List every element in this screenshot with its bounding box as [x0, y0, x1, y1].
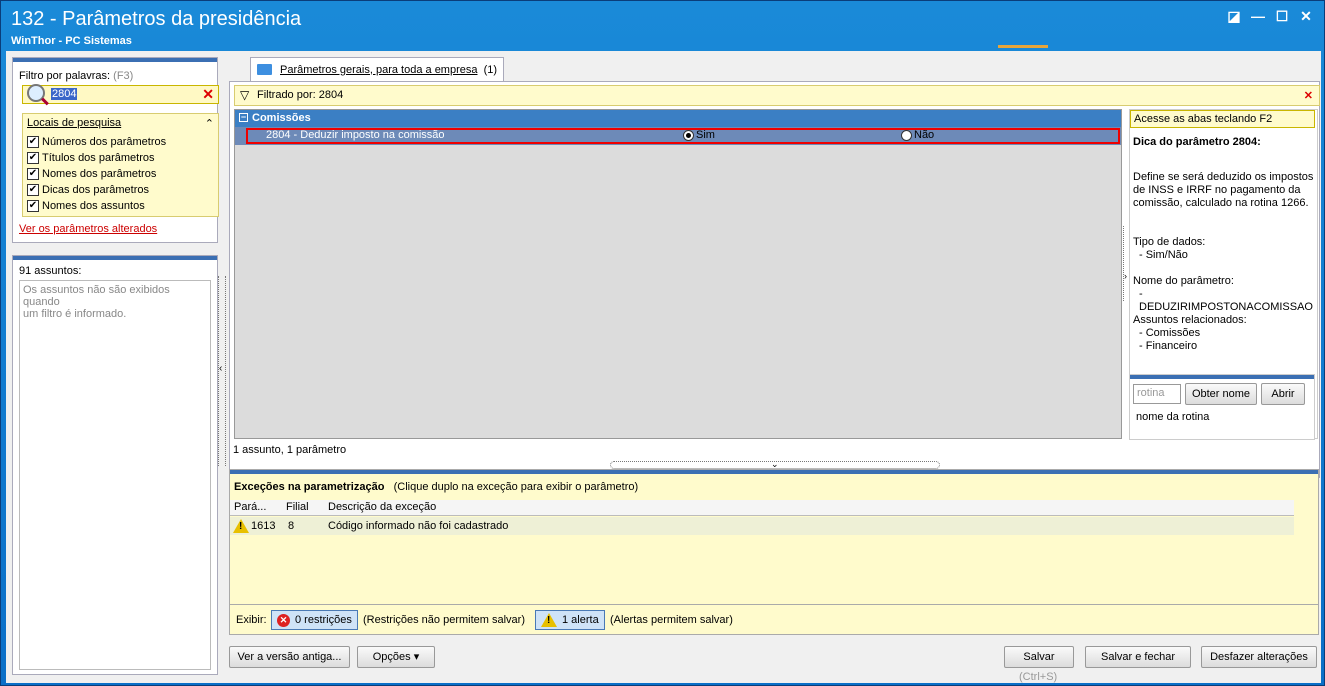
dica-desc-1: Define se será deduzido os impostos	[1133, 171, 1314, 183]
param-label: 2804 - Deduzir imposto na comissão	[266, 129, 445, 141]
warning-icon	[541, 613, 557, 627]
clear-filter-icon[interactable]: ✕	[1304, 89, 1313, 102]
maximize-button[interactable]: ☐	[1272, 7, 1292, 25]
chevron-left-icon[interactable]: ‹	[219, 363, 222, 374]
exception-filial: 8	[288, 520, 295, 532]
filter-label: Filtro por palavras: (F3)	[19, 70, 134, 82]
opcoes-button[interactable]: Opções ▾	[357, 646, 435, 668]
exception-row[interactable]: 1613 8 Código informado não foi cadastra…	[230, 517, 1294, 535]
search-value: 2804	[51, 88, 78, 100]
assuntos-label: Assuntos relacionados:	[1133, 314, 1247, 326]
assunto-1: - Comissões	[1139, 327, 1201, 339]
option-titulos[interactable]: ✔ Títulos dos parâmetros	[23, 150, 218, 166]
funnel-icon: ▽	[240, 88, 250, 102]
restricoes-button[interactable]: ✕ 0 restrições	[271, 610, 358, 630]
exibir-bar: Exibir: ✕ 0 restrições (Restrições não pe…	[229, 605, 1319, 635]
assuntos-message: Os assuntos não são exibidos quando	[23, 284, 170, 308]
tab-count: (1)	[483, 63, 498, 76]
warning-icon	[233, 519, 249, 533]
exceptions-table-header: Pará... Filial Descrição da exceção	[230, 500, 1294, 516]
checkbox-icon[interactable]: ✔	[27, 200, 39, 212]
param-row[interactable]: 2804 - Deduzir imposto na comissão Sim N…	[235, 127, 1121, 145]
restore-icon[interactable]: ◪	[1224, 7, 1244, 25]
alertas-note: (Alertas permitem salvar)	[610, 614, 733, 626]
col-param[interactable]: Pará...	[234, 501, 266, 513]
window-controls: ◪ — ☐ ✕	[1224, 7, 1316, 25]
window-subtitle: WinThor - PC Sistemas	[11, 35, 132, 47]
nome-label: Nome do parâmetro:	[1133, 275, 1234, 287]
checkbox-icon[interactable]: ✔	[27, 184, 39, 196]
exibir-label: Exibir:	[236, 614, 267, 626]
obter-nome-button[interactable]: Obter nome	[1185, 383, 1257, 405]
search-locations: Locais de pesquisa ⌃ ✔ Números dos parâme…	[22, 113, 219, 217]
tab-parametros-gerais[interactable]: Parâmetros gerais, para toda a empresa (…	[250, 57, 504, 81]
clear-icon[interactable]: ✕	[202, 86, 214, 103]
group-header[interactable]: − Comissões	[235, 110, 1121, 127]
assuntos-panel: 91 assuntos: Os assuntos não são exibido…	[12, 255, 218, 675]
salvar-hint: (Ctrl+S)	[1019, 671, 1058, 683]
exceptions-header: Exceções na parametrização (Clique duplo…	[234, 481, 639, 493]
exception-desc: Código informado não foi cadastrado	[328, 520, 509, 532]
col-filial[interactable]: Filial	[286, 501, 309, 513]
filter-bar: ▽ Filtrado por: 2804 ✕	[234, 85, 1320, 106]
altered-params-link[interactable]: Ver os parâmetros alterados	[19, 223, 157, 235]
locais-title: Locais de pesquisa	[27, 117, 122, 129]
tipo-label: Tipo de dados:	[1133, 236, 1206, 248]
radio-nao[interactable]: Não	[901, 129, 934, 141]
dica-desc-2: de INSS e IRRF no pagamento da	[1133, 184, 1301, 196]
restricoes-note: (Restrições não permitem salvar)	[363, 614, 525, 626]
salvar-fechar-button[interactable]: Salvar e fechar	[1085, 646, 1191, 668]
params-grid: − Comissões 2804 - Deduzir imposto na co…	[234, 109, 1122, 439]
filter-bar-text: Filtrado por: 2804	[257, 89, 344, 101]
checkbox-icon[interactable]: ✔	[27, 136, 39, 148]
salvar-button[interactable]: Salvar	[1004, 646, 1074, 668]
option-numeros[interactable]: ✔ Números dos parâmetros	[23, 134, 218, 150]
active-indicator	[998, 45, 1048, 48]
exception-param: 1613	[251, 520, 276, 532]
abrir-button[interactable]: Abrir	[1261, 383, 1305, 405]
radio-icon[interactable]	[901, 129, 912, 141]
option-dicas[interactable]: ✔ Dicas dos parâmetros	[23, 182, 218, 198]
search-input[interactable]: 2804 ✕	[22, 84, 219, 104]
rotina-nome: nome da rotina	[1136, 411, 1210, 423]
col-descricao[interactable]: Descrição da exceção	[328, 501, 436, 513]
assuntos-message-2: um filtro é informado.	[23, 308, 127, 320]
rotina-panel: rotina Obter nome Abrir nome da rotina	[1129, 374, 1315, 440]
option-nomes[interactable]: ✔ Nomes dos parâmetros	[23, 166, 218, 182]
assuntos-list[interactable]: Os assuntos não são exibidos quando um f…	[19, 280, 211, 670]
desfazer-button[interactable]: Desfazer alterações	[1201, 646, 1317, 668]
assuntos-count: 91 assuntos:	[19, 265, 82, 277]
search-icon	[27, 84, 45, 102]
chevron-right-icon[interactable]: ›	[1124, 271, 1127, 281]
exceptions-panel: Exceções na parametrização (Clique duplo…	[229, 469, 1319, 605]
group-label: Comissões	[252, 112, 311, 124]
folder-icon	[257, 64, 272, 75]
client-area: Filtro por palavras: (F3) 2804 ✕ Locais …	[6, 51, 1321, 683]
checkbox-icon[interactable]: ✔	[27, 168, 39, 180]
option-assuntos[interactable]: ✔ Nomes dos assuntos	[23, 198, 218, 214]
alertas-button[interactable]: 1 alerta	[535, 610, 605, 630]
app-window: 132 - Parâmetros da presidência WinThor …	[0, 0, 1325, 686]
tipo-value: - Sim/Não	[1139, 249, 1188, 261]
tab-label: Parâmetros gerais, para toda a empresa	[280, 63, 478, 76]
error-icon: ✕	[277, 613, 290, 627]
close-button[interactable]: ✕	[1296, 7, 1316, 25]
dica-desc-3: comissão, calculado na rotina 1266.	[1133, 197, 1309, 209]
nome-value: - DEDUZIRIMPOSTONACOMISSAO	[1139, 288, 1313, 313]
dica-title: Dica do parâmetro 2804:	[1133, 136, 1261, 148]
radio-sim[interactable]: Sim	[683, 129, 715, 141]
assunto-2: - Financeiro	[1139, 340, 1198, 352]
window-title: 132 - Parâmetros da presidência	[11, 8, 302, 30]
grid-footer: 1 assunto, 1 parâmetro	[233, 444, 347, 456]
dica-splitter[interactable]	[1123, 226, 1128, 301]
dica-hint: Acesse as abas teclando F2	[1130, 110, 1315, 128]
radio-selected-icon[interactable]	[683, 129, 694, 141]
collapse-icon[interactable]: ⌃	[205, 117, 214, 131]
versao-antiga-button[interactable]: Ver a versão antiga...	[229, 646, 350, 668]
minimize-button[interactable]: —	[1248, 7, 1268, 25]
checkbox-icon[interactable]: ✔	[27, 152, 39, 164]
filter-panel: Filtro por palavras: (F3) 2804 ✕ Locais …	[12, 57, 219, 243]
collapse-group-icon[interactable]: −	[239, 113, 248, 122]
rotina-input[interactable]: rotina	[1133, 384, 1181, 404]
